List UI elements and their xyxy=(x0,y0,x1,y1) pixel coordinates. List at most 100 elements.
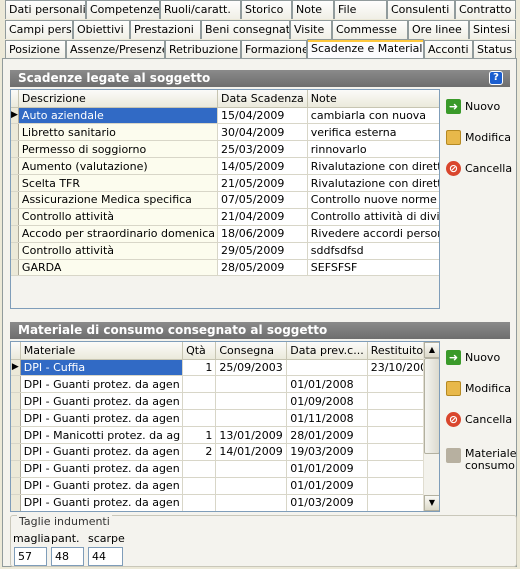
tab-dati-personali[interactable]: Dati personali xyxy=(5,0,86,19)
maglia-field[interactable]: 57 xyxy=(14,547,47,566)
table-cell[interactable]: DPI - Manicotti protez. da ag xyxy=(20,426,184,444)
table-cell[interactable]: DPI - Guanti protez. da agen xyxy=(20,443,184,461)
table-cell[interactable] xyxy=(182,460,217,478)
table-cell[interactable]: Accodo per straordinario domenica xyxy=(18,225,219,243)
tab-assenze-presenze[interactable]: Assenze/Presenze xyxy=(66,40,165,59)
materiale-delete-button[interactable]: ⊘ Cancella xyxy=(445,412,515,434)
column-header-data-scadenza[interactable]: Data Scadenza xyxy=(217,90,308,108)
materiale-row[interactable]: DPI - Guanti protez. da agen 01/03/2009 xyxy=(11,494,439,511)
table-cell[interactable]: 18/06/2009 xyxy=(217,225,308,243)
table-cell[interactable] xyxy=(215,392,288,411)
table-cell[interactable]: Controllo nuove norme xyxy=(307,191,439,209)
table-cell[interactable]: 01/01/2008 xyxy=(286,375,368,394)
tab-obiettivi[interactable]: Obiettivi xyxy=(73,20,130,39)
table-cell[interactable]: 01/11/2008 xyxy=(286,409,368,428)
tab-posizione[interactable]: Posizione xyxy=(5,40,66,59)
row-indicator[interactable] xyxy=(11,392,21,411)
table-cell[interactable]: SEFSFSF xyxy=(307,259,439,277)
table-cell[interactable]: 30/04/2009 xyxy=(217,123,308,142)
table-cell[interactable]: 1 xyxy=(182,426,217,444)
tab-acconti[interactable]: Acconti xyxy=(424,40,473,59)
table-cell[interactable]: Assicurazione Medica specifica xyxy=(18,191,219,209)
table-cell[interactable]: Rivalutazione con diretto xyxy=(307,157,439,176)
scadenze-row[interactable]: Libretto sanitario 30/04/2009 verifica est… xyxy=(11,123,439,142)
table-cell[interactable]: DPI - Guanti protez. da agen xyxy=(20,494,184,511)
scroll-thumb[interactable] xyxy=(424,358,439,454)
table-cell[interactable]: Auto aziendale xyxy=(18,107,219,125)
table-cell[interactable]: DPI - Cuffia xyxy=(20,359,184,377)
table-cell[interactable]: 15/04/2009 xyxy=(217,107,308,125)
scadenze-row[interactable]: Controllo attività 29/05/2009 sddfsdfsd xyxy=(11,242,439,260)
question-icon[interactable]: ? xyxy=(489,71,503,85)
table-cell[interactable]: rinnovarlo xyxy=(307,140,439,159)
materiale-scrollbar[interactable]: ▲ ▼ xyxy=(423,342,439,511)
tab-note[interactable]: Note xyxy=(292,0,334,19)
table-cell[interactable]: 29/05/2009 xyxy=(217,242,308,260)
tab-visite[interactable]: Visite xyxy=(290,20,332,39)
row-indicator[interactable] xyxy=(11,242,19,260)
table-cell[interactable]: Scelta TFR xyxy=(18,174,219,192)
table-cell[interactable]: cambiarla con nuova xyxy=(307,107,439,125)
materiale-grid[interactable]: Materiale Qtà Consegna Data prev.c... Re… xyxy=(10,341,440,512)
tab-competenze[interactable]: Competenze xyxy=(86,0,160,19)
table-cell[interactable]: 2 xyxy=(182,443,217,461)
row-indicator[interactable] xyxy=(11,375,21,394)
table-cell[interactable]: Permesso di soggiorno xyxy=(18,140,219,159)
scadenze-row[interactable]: ▶ Auto aziendale 15/04/2009 cambiarla con n… xyxy=(11,107,439,125)
table-cell[interactable]: DPI - Guanti protez. da agen xyxy=(20,409,184,428)
tab-contratto[interactable]: Contratto xyxy=(455,0,516,19)
table-cell[interactable]: 28/05/2009 xyxy=(217,259,308,277)
table-cell[interactable]: 13/01/2009 xyxy=(215,426,288,444)
row-indicator[interactable] xyxy=(11,477,21,495)
table-cell[interactable]: DPI - Guanti protez. da agen xyxy=(20,477,184,495)
table-cell[interactable]: 01/01/2009 xyxy=(286,477,368,495)
scadenze-grid[interactable]: Descrizione Data Scadenza Note ▶ Auto azi… xyxy=(10,89,440,309)
table-cell[interactable]: DPI - Guanti protez. da agen xyxy=(20,375,184,394)
column-header-materiale[interactable]: Materiale xyxy=(20,342,184,360)
scadenze-row[interactable]: Accodo per straordinario domenica 18/06/2… xyxy=(11,225,439,243)
row-indicator[interactable] xyxy=(11,123,19,142)
tab-consulenti[interactable]: Consulenti xyxy=(387,0,455,19)
materiale-row[interactable]: DPI - Guanti protez. da agen 01/01/2009 xyxy=(11,460,439,478)
table-cell[interactable]: Rivedere accordi person xyxy=(307,225,439,243)
table-cell[interactable]: 21/04/2009 xyxy=(217,208,308,226)
table-cell[interactable]: 21/05/2009 xyxy=(217,174,308,192)
table-cell[interactable]: 01/01/2009 xyxy=(286,460,368,478)
table-cell[interactable] xyxy=(182,409,217,428)
materiale-row[interactable]: DPI - Guanti protez. da agen 01/01/2008 xyxy=(11,375,439,394)
materiale-row[interactable]: DPI - Guanti protez. da agen 01/09/2008 xyxy=(11,392,439,411)
scadenze-edit-button[interactable]: Modifica xyxy=(445,130,515,152)
table-cell[interactable]: 01/03/2009 xyxy=(286,494,368,511)
row-indicator[interactable] xyxy=(11,460,21,478)
column-header-note[interactable]: Note xyxy=(307,90,439,108)
table-cell[interactable] xyxy=(215,409,288,428)
tab-prestazioni[interactable]: Prestazioni xyxy=(130,20,201,39)
table-cell[interactable]: 07/05/2009 xyxy=(217,191,308,209)
scarpe-field[interactable]: 44 xyxy=(88,547,123,566)
table-cell[interactable]: 14/01/2009 xyxy=(215,443,288,461)
row-indicator[interactable] xyxy=(11,426,21,444)
row-indicator[interactable] xyxy=(11,494,21,511)
tab-beni-consegnati[interactable]: Beni consegnati xyxy=(201,20,290,39)
column-header-descrizione[interactable]: Descrizione xyxy=(18,90,219,108)
table-cell[interactable] xyxy=(286,359,368,377)
scadenze-row[interactable]: Controllo attività 21/04/2009 Controllo at… xyxy=(11,208,439,226)
table-cell[interactable]: Aumento (valutazione) xyxy=(18,157,219,176)
row-indicator[interactable] xyxy=(11,443,21,461)
table-cell[interactable]: GARDA xyxy=(18,259,219,277)
row-indicator[interactable] xyxy=(11,174,19,192)
materiale-row[interactable]: DPI - Guanti protez. da agen 01/01/2009 xyxy=(11,477,439,495)
table-cell[interactable]: DPI - Guanti protez. da agen xyxy=(20,392,184,411)
row-indicator[interactable] xyxy=(11,191,19,209)
scadenze-row[interactable]: GARDA 28/05/2009 SEFSFSF xyxy=(11,259,439,277)
materiale-consumo-button[interactable]: Materiale consumo xyxy=(445,448,516,478)
table-cell[interactable]: 14/05/2009 xyxy=(217,157,308,176)
row-indicator[interactable] xyxy=(11,409,21,428)
table-cell[interactable]: 1 xyxy=(182,359,217,377)
tab-status[interactable]: Status xyxy=(473,40,516,59)
row-indicator[interactable] xyxy=(11,259,19,277)
tab-ruoli[interactable]: Ruoli/caratt. xyxy=(160,0,241,19)
tab-file[interactable]: File xyxy=(334,0,387,19)
scroll-up-icon[interactable]: ▲ xyxy=(424,342,439,358)
tab-storico[interactable]: Storico xyxy=(241,0,292,19)
